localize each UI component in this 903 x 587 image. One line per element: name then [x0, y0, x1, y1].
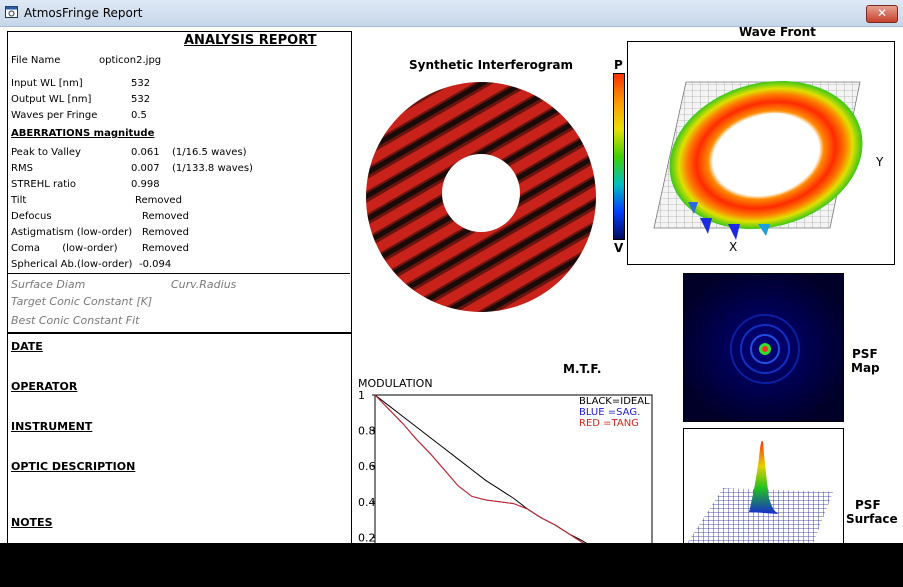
app-icon	[5, 6, 18, 18]
astigmatism-value: Removed	[142, 227, 189, 238]
report-window: AtmosFringe Report ✕ ANALYSIS REPORT Fil…	[0, 0, 903, 543]
mtf-ytick-label: 0.8	[358, 425, 376, 438]
defocus-label: Defocus	[11, 211, 52, 222]
rms-waves: (1/133.8 waves)	[172, 163, 253, 174]
window-title: AtmosFringe Report	[24, 6, 143, 20]
curv-radius-label: Curv.Radius	[171, 278, 237, 291]
wavefront-y-axis: Y	[876, 155, 884, 169]
mtf-ytick-label: 1	[358, 390, 365, 402]
close-button[interactable]: ✕	[866, 5, 898, 23]
mtf-ytick-label: 0.6	[358, 460, 376, 473]
colorbar-top-label: P	[614, 58, 623, 72]
aberrations-heading: ABERRATIONS magnitude	[11, 128, 155, 139]
surface-diam-label: Surface Diam	[11, 278, 86, 291]
file-name-label: File Name	[11, 55, 61, 66]
wavefront-surface-plot	[653, 80, 863, 240]
date-label: DATE	[11, 340, 43, 353]
astigmatism-label: Astigmatism (low-order)	[11, 227, 133, 238]
wavefront-x-axis: X	[729, 240, 738, 254]
colorbar	[613, 73, 625, 240]
close-icon: ✕	[876, 6, 888, 20]
interferogram-title: Synthetic Interferogram	[409, 58, 573, 72]
mtf-ylabel: MODULATION	[358, 377, 433, 390]
target-conic-label: Target Conic Constant [K]	[11, 295, 153, 308]
psf-map-label-1: PSF	[852, 347, 878, 361]
file-name-value: opticon2.jpg	[99, 55, 162, 66]
peak-to-valley-waves: (1/16.5 waves)	[172, 147, 247, 158]
spherical-label: Spherical Ab.(low-order)	[11, 259, 133, 270]
instrument-label: INSTRUMENT	[11, 420, 93, 433]
report-heading: ANALYSIS REPORT	[184, 33, 317, 48]
bottom-band	[0, 543, 903, 587]
psf-map-label-2: Map	[851, 361, 880, 375]
psf-surface-label-1: PSF	[855, 498, 881, 512]
coma-value: Removed	[142, 243, 189, 254]
wavefront-title: Wave Front	[739, 25, 816, 39]
output-wl-value: 532	[131, 94, 151, 105]
info-panel: DATE OPERATOR INSTRUMENT OPTIC DESCRIPTI…	[7, 333, 352, 543]
report-divider	[7, 273, 350, 274]
peak-to-valley-value: 0.061	[131, 147, 160, 158]
tilt-value: Removed	[135, 195, 182, 206]
peak-to-valley-label: Peak to Valley	[11, 147, 81, 158]
operator-label: OPERATOR	[11, 380, 78, 393]
output-wl-label: Output WL [nm]	[11, 94, 92, 105]
mtf-legend-entry: BLACK=IDEAL	[579, 396, 650, 407]
rms-label: RMS	[11, 163, 33, 174]
psf-map-border	[683, 273, 844, 422]
strehl-label: STREHL ratio	[11, 179, 77, 190]
optic-description-label: OPTIC DESCRIPTION	[11, 460, 136, 473]
synthetic-interferogram	[363, 80, 599, 316]
best-conic-label: Best Conic Constant Fit	[11, 314, 140, 327]
mtf-legend-entry: RED =TANG	[579, 418, 639, 429]
mtf-title: M.T.F.	[563, 362, 602, 376]
rms-value: 0.007	[131, 163, 160, 174]
input-wl-label: Input WL [nm]	[11, 78, 83, 89]
waves-per-fringe-label: Waves per Fringe	[11, 110, 98, 121]
analysis-report-panel: ANALYSIS REPORT File Name opticon2.jpg I…	[7, 31, 352, 333]
psf-surface-label-2: Surface	[846, 512, 898, 526]
notes-label: NOTES	[11, 516, 53, 529]
tilt-label: Tilt	[11, 195, 27, 206]
input-wl-value: 532	[131, 78, 151, 89]
waves-per-fringe-value: 0.5	[131, 110, 147, 121]
spherical-value: -0.094	[139, 259, 172, 270]
defocus-value: Removed	[142, 211, 189, 222]
mtf-chart: 10.80.60.40.2BLACK=IDEALBLUE =SAG.RED =T…	[358, 390, 653, 543]
strehl-value: 0.998	[131, 179, 160, 190]
mtf-legend-entry: BLUE =SAG.	[579, 407, 640, 418]
colorbar-bottom-label: V	[614, 241, 624, 255]
title-bar: AtmosFringe Report ✕	[0, 0, 903, 27]
psf-surface-border	[683, 428, 844, 543]
coma-label: Coma (low-order)	[11, 243, 118, 254]
